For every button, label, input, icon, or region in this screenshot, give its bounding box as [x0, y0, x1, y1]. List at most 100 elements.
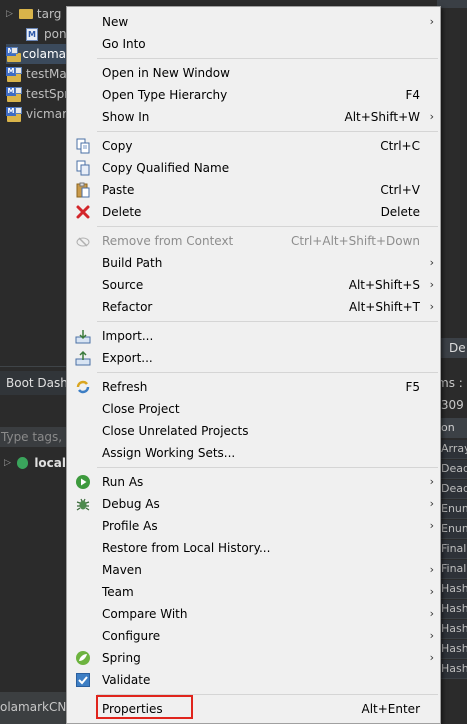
table-row[interactable]: Hash — [437, 620, 467, 639]
menu-item-accelerator: F4 — [405, 88, 420, 102]
menu-item-validate[interactable]: Validate — [67, 669, 440, 691]
status-bar-text: olamarkCN — [0, 700, 67, 714]
menu-item-open-in-new-window[interactable]: Open in New Window — [67, 62, 440, 84]
tree-item-project-vicmar[interactable]: M vicmar — [6, 104, 67, 124]
menu-item-label: Go Into — [102, 37, 146, 51]
local-target-row[interactable]: ▷ local — [0, 453, 66, 473]
run-icon — [75, 474, 91, 490]
tree-item-target-folder[interactable]: ▷ targ — [6, 4, 61, 24]
menu-item-show-in[interactable]: Show In Alt+Shift+W › — [67, 106, 440, 128]
remove-context-icon — [75, 233, 91, 249]
tree-item-label: targ — [36, 7, 62, 21]
copy-icon — [75, 138, 91, 154]
menu-item-refactor[interactable]: Refactor Alt+Shift+T › — [67, 296, 440, 318]
menu-item-assign-working-sets[interactable]: Assign Working Sets... — [67, 442, 440, 464]
menu-item-label: Refactor — [102, 300, 153, 314]
menu-item-compare-with[interactable]: Compare With › — [67, 603, 440, 625]
expand-arrow-icon[interactable]: ▷ — [4, 458, 11, 468]
validate-checkbox-icon — [75, 672, 91, 688]
table-row[interactable]: Enum — [437, 500, 467, 519]
properties-highlight-box — [96, 695, 193, 719]
menu-item-configure[interactable]: Configure › — [67, 625, 440, 647]
menu-item-new[interactable]: New › — [67, 11, 440, 33]
maven-project-icon: M — [6, 86, 22, 102]
spring-icon — [75, 650, 91, 666]
maven-project-icon: M — [6, 46, 21, 62]
menu-item-label: Refresh — [102, 380, 148, 394]
debug-icon — [75, 496, 91, 512]
submenu-arrow-icon: › — [429, 629, 434, 642]
menu-item-refresh[interactable]: Refresh F5 — [67, 376, 440, 398]
menu-separator — [97, 372, 438, 373]
table-row[interactable]: Enum — [437, 520, 467, 539]
menu-item-accelerator: Delete — [380, 205, 420, 219]
menu-item-close-unrelated-projects[interactable]: Close Unrelated Projects — [67, 420, 440, 442]
folder-icon — [18, 9, 33, 19]
menu-item-restore-from-local-history[interactable]: Restore from Local History... — [67, 537, 440, 559]
table-row[interactable]: Dead — [437, 480, 467, 499]
menu-item-remove-from-context[interactable]: Remove from Context Ctrl+Alt+Shift+Down — [67, 230, 440, 252]
submenu-arrow-icon: › — [429, 278, 434, 291]
tree-item-project-colama[interactable]: M colama — [6, 44, 66, 64]
status-bar: olamarkCN — [0, 692, 66, 724]
tree-item-label: colama — [22, 47, 66, 61]
menu-item-debug-as[interactable]: Debug As › — [67, 493, 440, 515]
menu-item-label: Team — [102, 585, 134, 599]
right-panel-tab[interactable]: De — [441, 338, 467, 358]
menu-item-label: Import... — [102, 329, 154, 343]
tree-item-project-testma[interactable]: M testMa — [6, 64, 67, 84]
menu-item-copy-qualified-name[interactable]: Copy Qualified Name — [67, 157, 440, 179]
menu-item-maven[interactable]: Maven › — [67, 559, 440, 581]
menu-item-run-as[interactable]: Run As › — [67, 471, 440, 493]
menu-item-team[interactable]: Team › — [67, 581, 440, 603]
menu-separator — [97, 467, 438, 468]
table-row[interactable]: Hash — [437, 600, 467, 619]
table-row[interactable]: Dead — [437, 460, 467, 479]
import-icon — [75, 328, 91, 344]
table-row[interactable]: Hash — [437, 660, 467, 679]
boot-dashboard-tab[interactable]: Boot Dash — [0, 371, 68, 395]
menu-item-accelerator: Alt+Shift+T — [349, 300, 420, 314]
menu-item-label: Profile As — [102, 519, 158, 533]
menu-separator — [97, 58, 438, 59]
menu-item-label: Copy — [102, 139, 133, 153]
menu-item-paste[interactable]: Paste Ctrl+V — [67, 179, 440, 201]
table-row[interactable]: Hash — [437, 640, 467, 659]
menu-item-source[interactable]: Source Alt+Shift+S › — [67, 274, 440, 296]
menu-item-label: Configure — [102, 629, 161, 643]
menu-separator — [97, 131, 438, 132]
menu-item-label: Open Type Hierarchy — [102, 88, 228, 102]
export-icon — [75, 350, 91, 366]
table-row[interactable]: Finall — [437, 540, 467, 559]
menu-item-profile-as[interactable]: Profile As › — [67, 515, 440, 537]
menu-item-go-into[interactable]: Go Into — [67, 33, 440, 55]
table-row[interactable]: Array — [437, 440, 467, 459]
menu-item-accelerator: Alt+Shift+W — [344, 110, 421, 124]
menu-item-copy[interactable]: Copy Ctrl+C — [67, 135, 440, 157]
expand-arrow-icon[interactable]: ▷ — [6, 9, 13, 19]
submenu-arrow-icon: › — [429, 15, 434, 28]
menu-item-close-project[interactable]: Close Project — [67, 398, 440, 420]
menu-item-build-path[interactable]: Build Path › — [67, 252, 440, 274]
menu-item-label: Show In — [102, 110, 150, 124]
menu-item-accelerator: Ctrl+Alt+Shift+Down — [290, 234, 420, 248]
tree-item-pom[interactable]: M pon — [26, 24, 67, 44]
menu-item-delete[interactable]: Delete Delete — [67, 201, 440, 223]
menu-item-label: Spring — [102, 651, 141, 665]
menu-item-label: Paste — [102, 183, 135, 197]
menu-item-open-type-hierarchy[interactable]: Open Type Hierarchy F4 — [67, 84, 440, 106]
submenu-arrow-icon: › — [429, 585, 434, 598]
menu-item-spring[interactable]: Spring › — [67, 647, 440, 669]
local-label: local — [34, 456, 66, 470]
menu-item-export[interactable]: Export... — [67, 347, 440, 369]
tag-filter-input[interactable]: Type tags, p — [0, 427, 66, 447]
table-row[interactable]: Finall — [437, 560, 467, 579]
tree-item-project-testspr[interactable]: M testSpr — [6, 84, 69, 104]
table-row[interactable]: Hash — [437, 580, 467, 599]
menu-item-label: Build Path — [102, 256, 163, 270]
boot-dashboard-title: Boot Dash — [6, 376, 68, 390]
menu-item-accelerator: Ctrl+V — [380, 183, 420, 197]
menu-separator — [97, 321, 438, 322]
menu-item-import[interactable]: Import... — [67, 325, 440, 347]
delete-icon — [75, 204, 91, 220]
